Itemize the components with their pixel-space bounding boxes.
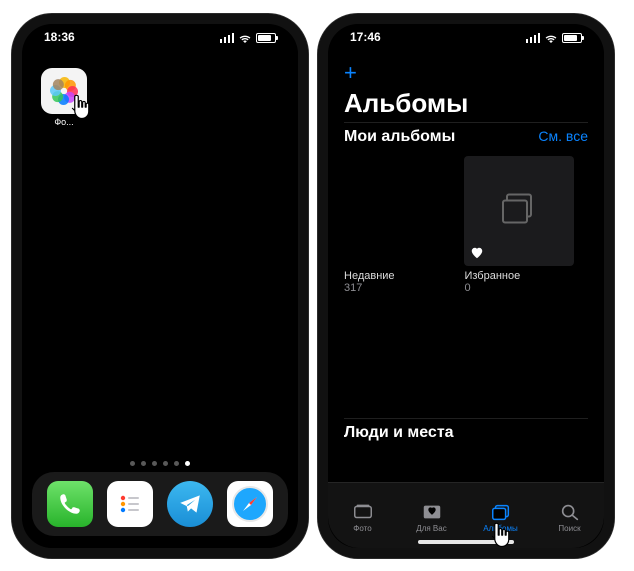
page-title: Альбомы — [344, 88, 468, 119]
photo-stack-icon — [352, 502, 374, 522]
battery-icon — [562, 33, 582, 43]
search-icon — [559, 502, 581, 522]
cellular-icon — [220, 33, 234, 43]
for-you-icon — [421, 502, 443, 522]
safari-app[interactable] — [227, 481, 273, 527]
album-favorites[interactable]: Избранное 0 — [464, 156, 574, 294]
photos-app[interactable]: Фо... — [40, 68, 88, 127]
tab-search[interactable]: Поиск — [535, 483, 604, 548]
telegram-app[interactable] — [167, 481, 213, 527]
phone-albums: 17:46 + Альбомы Мои альбомы См. все Неда… — [318, 14, 614, 558]
status-time: 17:46 — [350, 30, 381, 46]
album-count: 0 — [464, 282, 574, 294]
wifi-icon — [238, 33, 252, 43]
reminders-app[interactable] — [107, 481, 153, 527]
tab-label: Альбомы — [483, 524, 517, 533]
photos-app-label: Фо... — [40, 117, 88, 127]
empty-album-icon — [497, 187, 541, 236]
section-people-places: Люди и места — [344, 424, 454, 441]
album-recent[interactable]: Недавние 317 — [344, 156, 454, 294]
add-album-button[interactable]: + — [344, 60, 357, 86]
heart-icon — [470, 246, 484, 260]
album-thumbnail[interactable] — [464, 156, 574, 266]
see-all-link[interactable]: См. все — [538, 128, 588, 144]
tab-label: Поиск — [558, 524, 580, 533]
phone-app[interactable] — [47, 481, 93, 527]
tab-bar: Фото Для Вас Альбомы Поиск — [328, 482, 604, 548]
photos-app-tile[interactable] — [41, 68, 87, 114]
notch — [100, 24, 220, 46]
phone-home: 18:36 — [12, 14, 308, 558]
albums-icon — [490, 502, 512, 522]
tab-label: Фото — [353, 524, 371, 533]
wifi-icon — [544, 33, 558, 43]
album-count: 317 — [344, 282, 454, 294]
cellular-icon — [526, 33, 540, 43]
notch — [406, 24, 526, 46]
album-title: Избранное — [464, 270, 574, 282]
tab-label: Для Вас — [416, 524, 446, 533]
photos-flower-icon — [49, 76, 79, 106]
album-thumbnail[interactable] — [344, 156, 454, 266]
home-indicator[interactable] — [418, 540, 514, 544]
albums-grid: Недавние 317 Избранное 0 — [344, 156, 604, 294]
tab-for-you[interactable]: Для Вас — [397, 483, 466, 548]
album-title: Недавние — [344, 270, 454, 282]
battery-icon — [256, 33, 276, 43]
dock — [32, 472, 288, 536]
tab-photos[interactable]: Фото — [328, 483, 397, 548]
section-my-albums: Мои альбомы — [344, 128, 455, 146]
page-indicator[interactable] — [22, 461, 298, 466]
tab-albums[interactable]: Альбомы — [466, 483, 535, 548]
status-time: 18:36 — [44, 30, 75, 46]
